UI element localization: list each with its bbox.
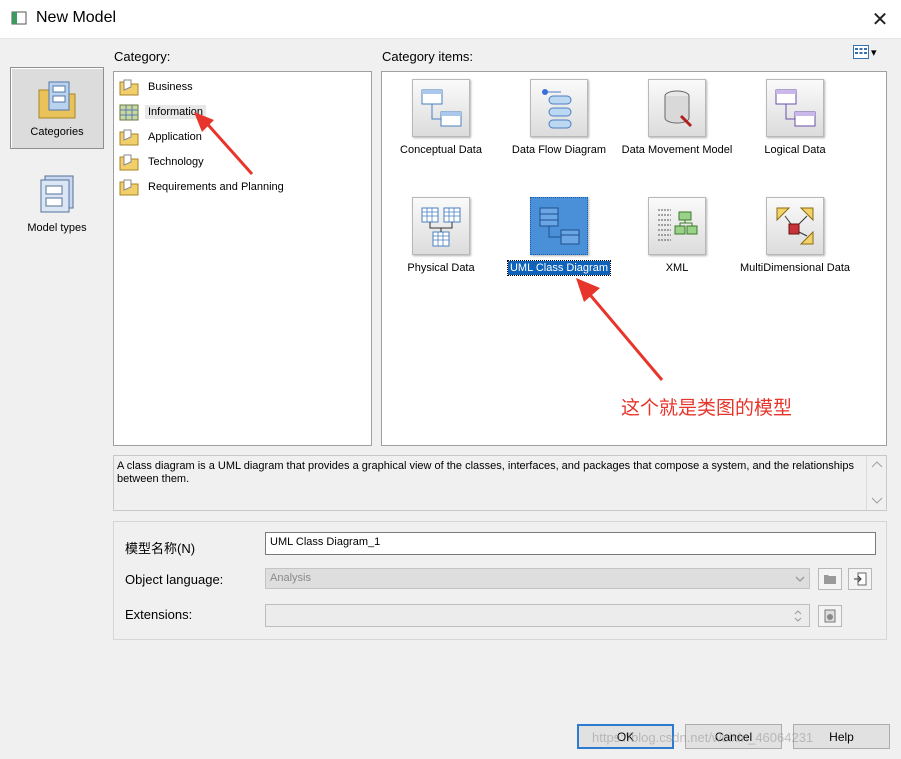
data-flow-icon xyxy=(530,79,588,137)
app-icon xyxy=(11,11,27,25)
mode-model-types-button[interactable]: Model types xyxy=(10,162,104,244)
model-types-icon xyxy=(40,175,74,213)
dropdown-arrow-icon: ▾ xyxy=(871,46,877,59)
object-language-label: Object language: xyxy=(125,572,224,587)
annotation-text: 这个就是类图的模型 xyxy=(621,397,793,419)
category-items-panel[interactable]: Conceptual Data Data Flow Diagram Data M… xyxy=(381,71,887,446)
category-items-label: Category items: xyxy=(382,49,474,64)
folder-icon xyxy=(119,154,139,171)
browse-language-button[interactable] xyxy=(818,568,842,590)
uml-class-icon xyxy=(530,197,588,255)
tile-multidimensional-data[interactable]: MultiDimensional Data xyxy=(736,197,854,275)
spin-arrows-icon[interactable] xyxy=(792,607,804,625)
mode-categories-button[interactable]: Categories xyxy=(10,67,104,149)
description-scrollbar[interactable] xyxy=(866,456,887,510)
view-mode-button[interactable]: ▾ xyxy=(853,45,877,59)
import-icon xyxy=(854,572,867,586)
folder-icon xyxy=(119,79,139,96)
tile-data-movement-model[interactable]: Data Movement Model xyxy=(618,79,736,157)
tile-physical-data[interactable]: Physical Data xyxy=(382,197,500,275)
annotation-arrow-information xyxy=(194,112,254,175)
watermark: https://blog.csdn.net/weixin_46064231 xyxy=(592,730,814,745)
tile-uml-class-diagram[interactable]: UML Class Diagram xyxy=(500,197,618,276)
data-movement-icon xyxy=(648,79,706,137)
document-settings-icon xyxy=(824,609,836,623)
folder-icon xyxy=(824,575,836,584)
extensions-label: Extensions: xyxy=(125,607,193,622)
list-view-icon xyxy=(853,45,869,59)
import-language-button[interactable] xyxy=(848,568,872,590)
annotation-arrow-uml xyxy=(576,278,664,381)
tile-conceptual-data[interactable]: Conceptual Data xyxy=(382,79,500,157)
mode-categories-label: Categories xyxy=(30,126,84,138)
xml-icon xyxy=(648,197,706,255)
model-name-input[interactable]: UML Class Diagram_1 xyxy=(265,532,876,555)
description-box: A class diagram is a UML diagram that pr… xyxy=(113,455,887,511)
physical-data-icon xyxy=(412,197,470,255)
extensions-settings-button[interactable] xyxy=(818,605,842,627)
object-language-select[interactable]: Analysis xyxy=(265,568,810,589)
categories-icon xyxy=(38,81,76,119)
model-name-label: 模型名称(N) xyxy=(125,541,196,556)
folder-icon xyxy=(119,179,139,196)
scroll-arrows-icon xyxy=(871,461,883,504)
tile-xml[interactable]: XML xyxy=(618,197,736,275)
tile-data-flow-diagram[interactable]: Data Flow Diagram xyxy=(500,79,618,157)
logical-data-icon xyxy=(766,79,824,137)
grid-folder-icon xyxy=(119,104,139,121)
title-bar: New Model ✕ xyxy=(0,0,901,39)
mode-model-types-label: Model types xyxy=(27,222,87,234)
chevron-down-icon xyxy=(795,576,805,582)
tile-logical-data[interactable]: Logical Data xyxy=(736,79,854,157)
window-title: New Model xyxy=(36,9,117,26)
category-item-business[interactable]: Business xyxy=(119,76,196,98)
close-icon: ✕ xyxy=(871,8,889,31)
close-button[interactable]: ✕ xyxy=(860,0,900,38)
extensions-input[interactable] xyxy=(265,604,810,627)
multidimensional-icon xyxy=(766,197,824,255)
category-label: Category: xyxy=(114,49,171,64)
folder-icon xyxy=(119,129,139,146)
conceptual-data-icon xyxy=(412,79,470,137)
